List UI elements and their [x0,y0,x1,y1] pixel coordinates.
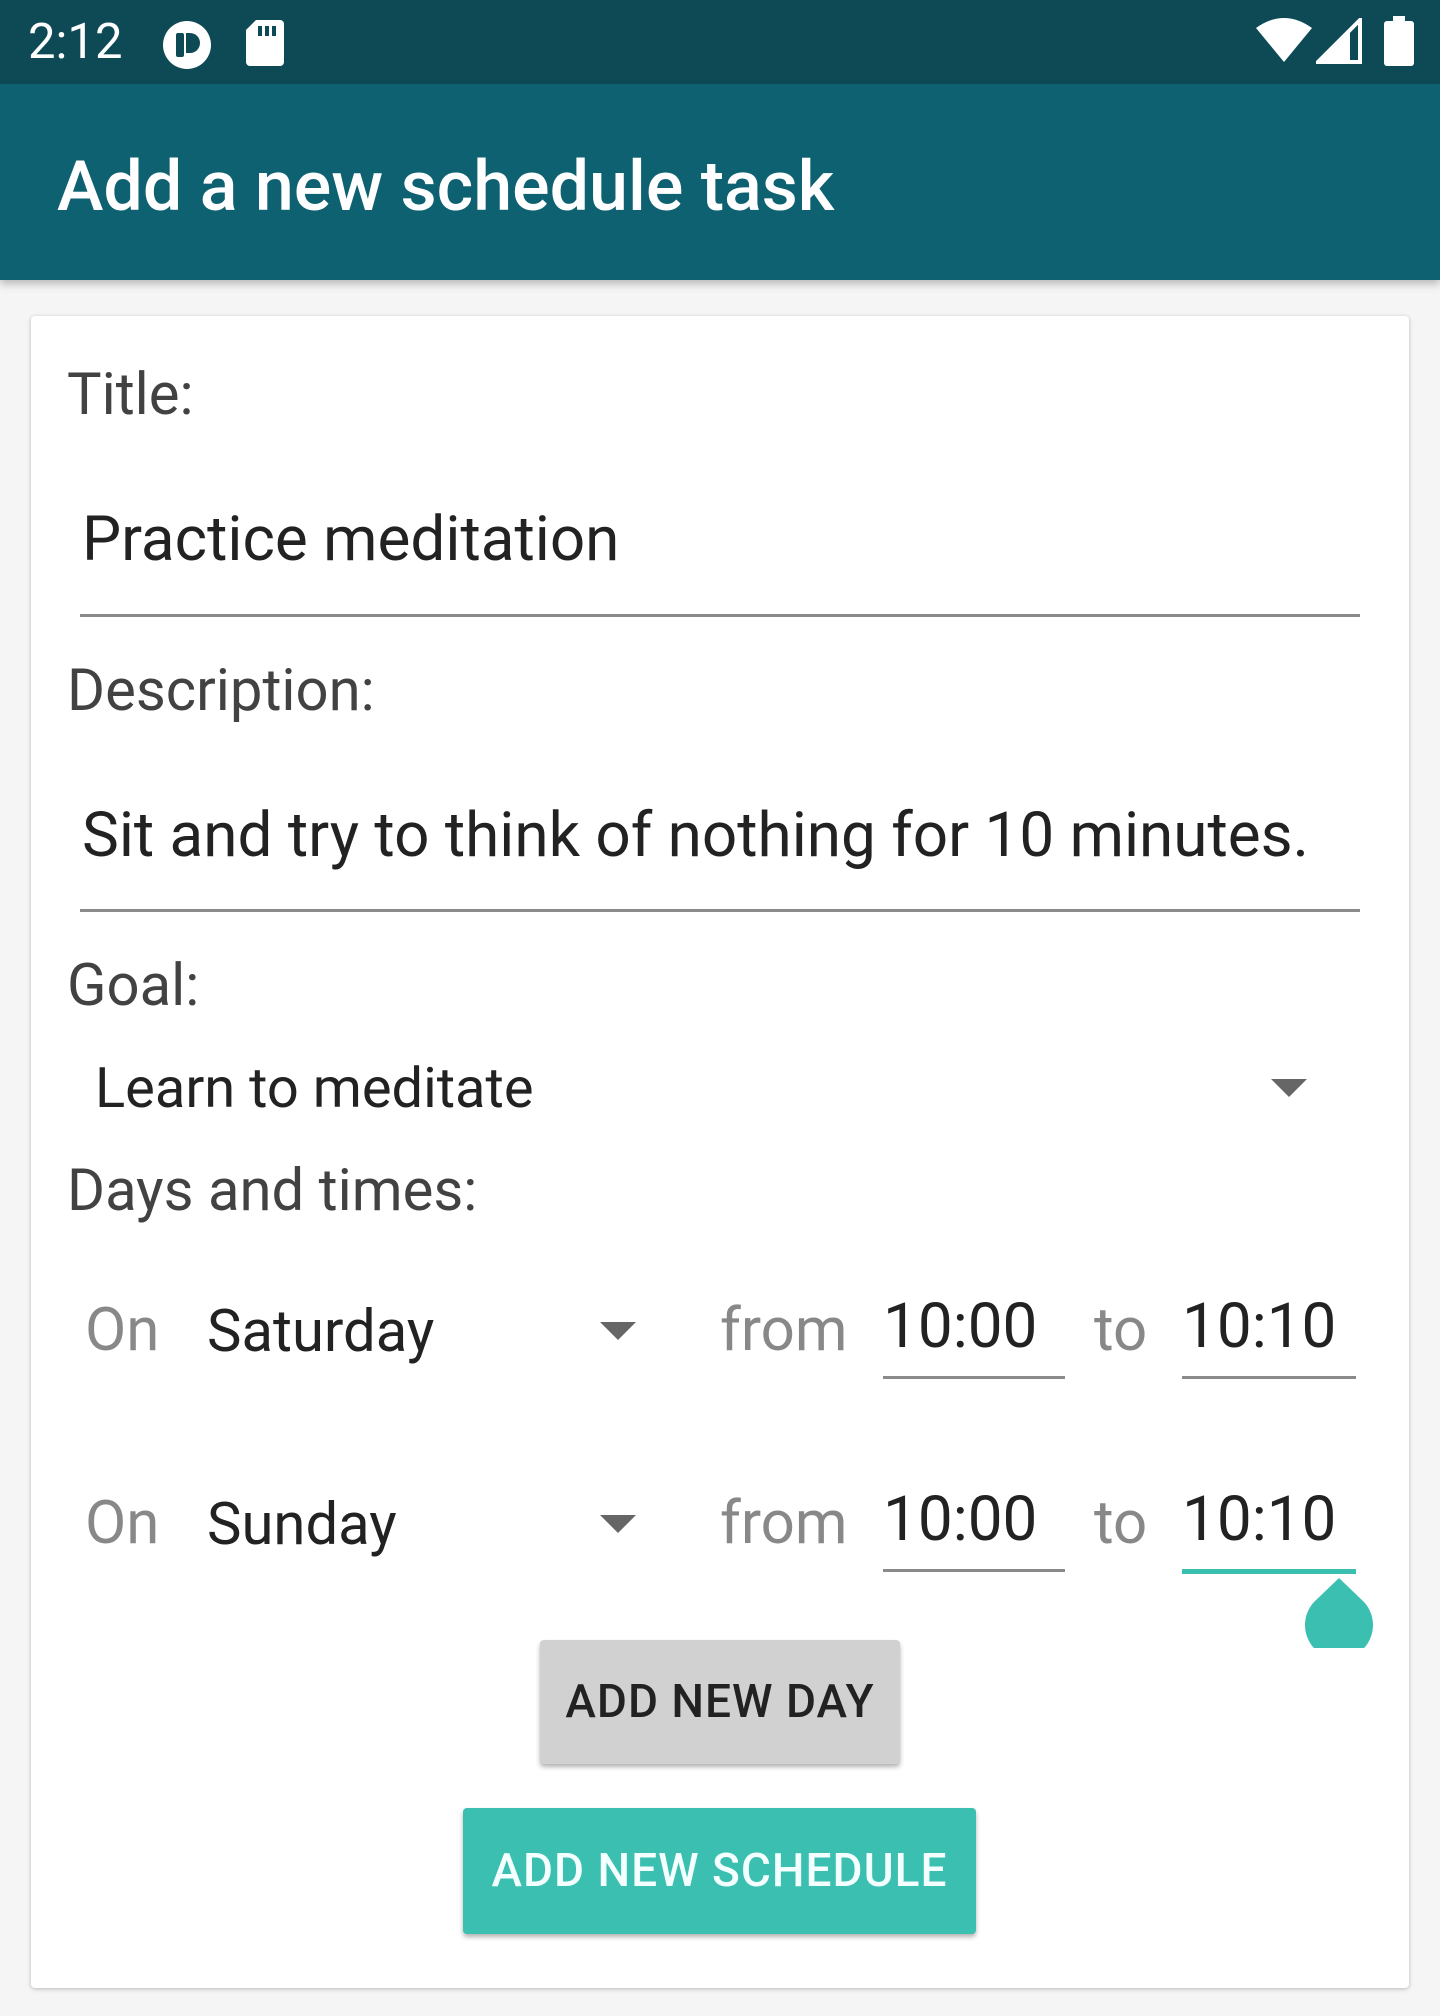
goal-label: Goal: [67,952,200,1020]
goal-chevron-down-icon [1271,1079,1307,1097]
status-bar: 2:12 [0,0,1440,84]
description-input[interactable]: Sit and try to think of nothing for 10 m… [80,796,1360,916]
start-time-underline [883,1569,1065,1572]
on-label: On [85,1487,160,1558]
start-time-value: 10:00 [883,1483,1038,1556]
text-cursor-handle-icon[interactable] [1304,1578,1374,1660]
goal-dropdown-value: Learn to meditate [95,1055,534,1121]
to-label: to [1094,1294,1148,1365]
add-new-day-button[interactable]: ADD NEW DAY [540,1640,900,1764]
app-notification-icon [162,20,212,74]
wifi-icon [1256,18,1312,68]
title-label: Title: [67,361,194,429]
description-label: Description: [67,657,375,725]
title-input[interactable]: Practice meditation [80,500,1360,620]
start-time-field[interactable]: 10:00 [883,1291,1065,1381]
end-time-underline [1182,1376,1356,1379]
end-time-value: 10:10 [1182,1290,1337,1363]
day-chevron-down-icon [600,1322,636,1340]
end-time-value: 10:10 [1182,1483,1337,1556]
to-label: to [1094,1487,1148,1558]
end-time-field-focused[interactable]: 10:10 [1182,1484,1356,1574]
start-time-underline [883,1376,1065,1379]
status-time: 2:12 [28,13,123,70]
day-chevron-down-icon [600,1515,636,1533]
from-label: from [720,1294,848,1365]
day-dropdown-value: Sunday [207,1491,397,1559]
description-input-underline [80,909,1360,912]
days-times-label: Days and times: [67,1157,478,1225]
title-input-value: Practice meditation [82,503,620,576]
start-time-field[interactable]: 10:00 [883,1484,1065,1574]
cell-signal-icon [1313,15,1362,68]
app-bar: Add a new schedule task [0,84,1440,280]
day-dropdown-value: Saturday [207,1298,435,1366]
from-label: from [720,1487,848,1558]
add-new-schedule-button[interactable]: ADD NEW SCHEDULE [463,1808,976,1934]
description-input-value: Sit and try to think of nothing for 10 m… [82,799,1309,872]
end-time-underline-focused [1182,1569,1356,1574]
on-label: On [85,1294,160,1365]
title-input-underline [80,614,1360,617]
sd-card-icon [246,20,284,70]
battery-icon [1384,16,1414,70]
start-time-value: 10:00 [883,1290,1038,1363]
end-time-field[interactable]: 10:10 [1182,1291,1356,1381]
page-title: Add a new schedule task [57,146,835,228]
